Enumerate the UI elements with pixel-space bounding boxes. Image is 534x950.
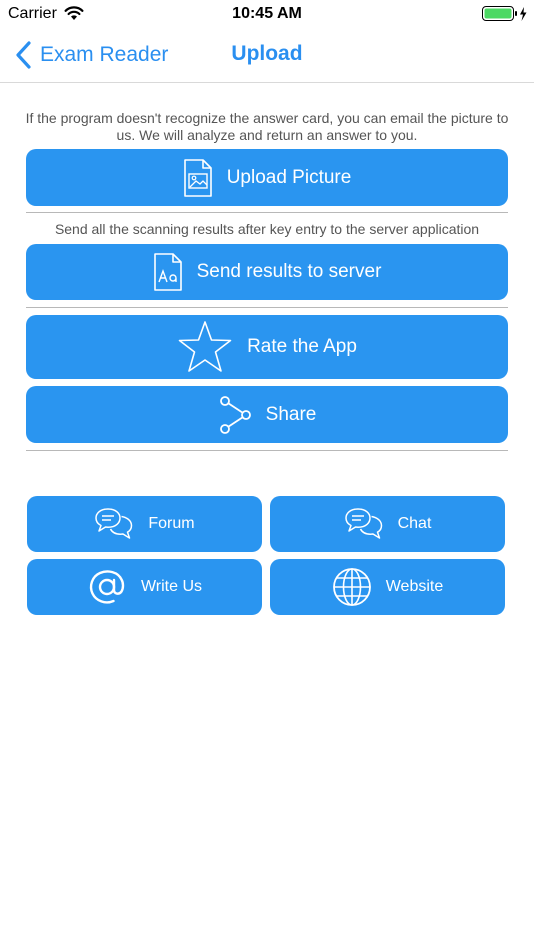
star-icon [178, 321, 232, 372]
chat-button[interactable]: Chat [270, 496, 505, 552]
website-label: Website [385, 578, 444, 595]
forum-button[interactable]: Forum [27, 496, 262, 552]
chat-bubbles-icon [344, 508, 382, 539]
write-us-button[interactable]: Write Us [27, 559, 262, 615]
globe-icon [332, 568, 371, 606]
chat-bubbles-icon [95, 508, 133, 539]
upload-picture-button[interactable]: Upload Picture [26, 149, 508, 206]
rate-app-label: Rate the App [247, 336, 357, 357]
back-button[interactable]: Exam Reader [14, 40, 168, 70]
battery-charging-icon [482, 6, 527, 21]
divider [26, 307, 508, 308]
rate-app-button[interactable]: Rate the App [26, 315, 508, 379]
clock: 10:45 AM [232, 5, 302, 22]
upload-hint-text: If the program doesn't recognize the ans… [25, 110, 509, 143]
send-results-button[interactable]: Send results to server [26, 244, 508, 300]
chevron-left-icon [16, 41, 31, 69]
text-file-icon [153, 253, 182, 291]
share-icon [219, 395, 251, 434]
send-hint-text: Send all the scanning results after key … [54, 221, 480, 237]
back-button-label: Exam Reader [40, 43, 169, 66]
website-button[interactable]: Website [270, 559, 505, 615]
at-sign-icon [89, 570, 125, 604]
status-bar: Carrier 10:45 AM [0, 0, 534, 28]
image-file-icon [183, 158, 212, 197]
forum-label: Forum [148, 515, 195, 532]
divider [26, 212, 508, 213]
chat-label: Chat [397, 515, 432, 532]
divider [26, 450, 508, 451]
navigation-bar: Upload Exam Reader [0, 28, 534, 83]
write-us-label: Write Us [140, 578, 203, 595]
share-label: Share [265, 403, 317, 425]
share-button[interactable]: Share [26, 386, 508, 443]
send-results-label: Send results to server [196, 261, 382, 282]
upload-picture-label: Upload Picture [226, 166, 352, 188]
